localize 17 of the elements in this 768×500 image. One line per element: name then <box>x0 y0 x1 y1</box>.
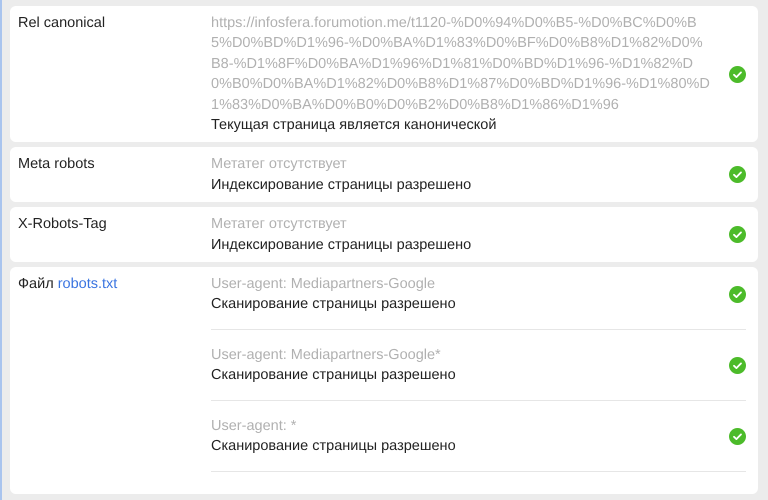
verdict-text: Индексирование страницы разрешено <box>211 176 472 195</box>
value-text: User-agent: Mediapartners-Google* <box>211 346 442 365</box>
row-label: Файл robots.txt <box>18 275 118 294</box>
row-label: Rel canonical <box>18 14 106 33</box>
value-text: Метатег отсутствует <box>211 155 348 174</box>
verdict-text: Сканирование страницы разрешено <box>211 437 457 456</box>
verdict-text: Текущая страница является канонической <box>211 116 498 136</box>
row-label: Meta robots <box>18 155 96 174</box>
robots-link[interactable]: robots.txt <box>58 276 118 292</box>
value-text: https://infosfera.forumotion.me/t1120-%D0%94%D0%B5-%D0%BC%D0%B5%D0%BD%D1%96-%D0%BA%D1%83%D0%BF%D0%B8%D1%82%D0%B8-%D1%8F%D0%BA%D1%96%D1%81%D0%BD%D1%96-%D1%82%D0%B0%D0%BA%D1%82%D0%B8%D1%87%D0%BD%D1%96-%D1%80%D1%83%D0%BA%D0%B0%D0%B2%D0%B8%D1%86%D1%96 <box>211 14 711 115</box>
verdict-text: Сканирование страницы разрешено <box>211 295 457 314</box>
verdict-text: Индексирование страницы разрешено <box>211 236 472 255</box>
verdict-text: Сканирование страницы разрешено <box>211 366 457 386</box>
value-text: User-agent: * <box>211 416 298 436</box>
value-text: User-agent: Mediapartners-Google <box>211 275 436 294</box>
row-label: X-Robots-Tag <box>18 215 108 234</box>
value-text: Метатег отсутствует <box>211 215 348 234</box>
